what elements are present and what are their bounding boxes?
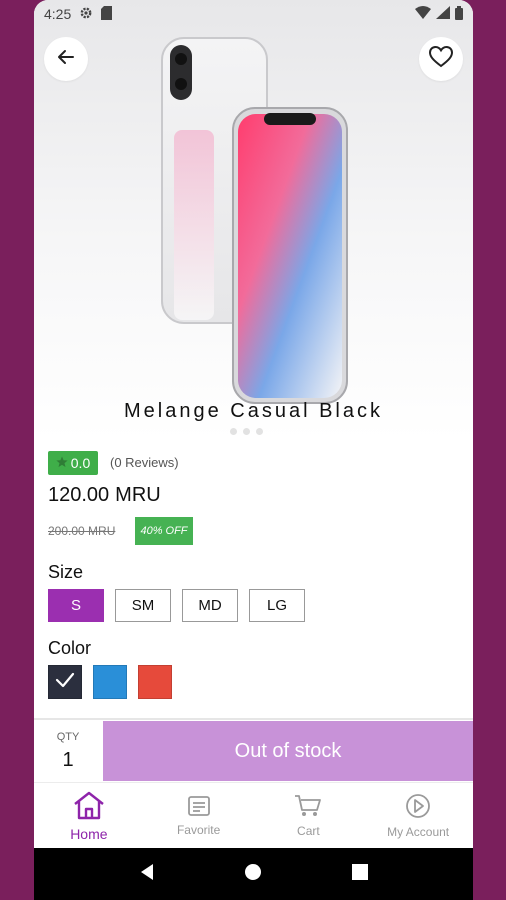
rating-value: 0.0 (70, 455, 91, 471)
wifi-icon (415, 6, 431, 22)
size-option-sm[interactable]: SM (115, 589, 171, 622)
status-time: 4:25 (44, 6, 72, 22)
status-bar: 4:25 (34, 0, 473, 28)
color-swatch-red[interactable] (138, 665, 172, 699)
reviews-count[interactable]: (0 Reviews) (110, 455, 179, 470)
settings-icon (79, 6, 93, 23)
carousel-dots (230, 428, 263, 435)
home-circle-icon[interactable] (244, 863, 262, 886)
phone-screen: 4:25 Melange Casual Black 0.0 (0 Reviews… (34, 0, 473, 900)
nav-home-label: Home (70, 825, 108, 842)
size-option-lg[interactable]: LG (249, 589, 305, 622)
size-option-s[interactable]: S (48, 589, 104, 622)
nav-cart[interactable]: Cart (254, 783, 364, 848)
quantity-selector[interactable]: QTY 1 (34, 720, 102, 782)
signal-icon (436, 6, 450, 22)
carousel-dot[interactable] (230, 428, 237, 435)
arrow-left-icon (56, 47, 76, 72)
size-label: Size (48, 562, 84, 582)
nav-account-label: My Account (387, 824, 450, 839)
out-of-stock-button[interactable]: Out of stock (103, 721, 473, 781)
color-swatch-blue[interactable] (93, 665, 127, 699)
system-navigation-bar (34, 848, 473, 900)
back-button[interactable] (44, 37, 88, 81)
nav-favorite[interactable]: Favorite (144, 783, 254, 848)
favorite-list-icon (187, 795, 211, 820)
star-icon (56, 455, 68, 471)
price: 120.00 MRU (48, 484, 161, 507)
home-icon (72, 790, 106, 823)
price-currency: MRU (115, 484, 161, 506)
product-image (161, 37, 348, 404)
product-title: Melange Casual Black (124, 400, 383, 422)
qty-label: QTY (56, 730, 80, 743)
old-price: 200.00 MRU (48, 524, 116, 538)
sd-card-icon (101, 5, 113, 23)
back-triangle-icon[interactable] (139, 863, 155, 886)
qty-value[interactable]: 1 (62, 749, 73, 772)
checkmark-icon (55, 672, 75, 693)
bottom-navigation: Home Favorite Cart My Account (34, 782, 473, 848)
product-image-carousel[interactable] (34, 0, 473, 440)
price-value: 120.00 (48, 484, 110, 506)
nav-favorite-label: Favorite (176, 822, 221, 837)
color-label: Color (48, 638, 92, 658)
size-option-md[interactable]: MD (182, 589, 238, 622)
heart-icon (428, 45, 454, 73)
carousel-dot[interactable] (256, 428, 263, 435)
carousel-dot[interactable] (243, 428, 250, 435)
cart-icon (294, 794, 322, 821)
favorite-button[interactable] (419, 37, 463, 81)
nav-home[interactable]: Home (34, 783, 144, 848)
battery-icon (455, 5, 463, 23)
rating-badge: 0.0 (48, 451, 98, 475)
discount-badge: 40% OFF (135, 517, 193, 545)
size-options: S SM MD LG (48, 589, 305, 622)
nav-account[interactable]: My Account (363, 783, 473, 848)
account-icon (405, 793, 431, 822)
recents-square-icon[interactable] (352, 863, 369, 885)
color-options (48, 665, 172, 699)
nav-cart-label: Cart (297, 823, 320, 838)
color-swatch-navy[interactable] (48, 665, 82, 699)
